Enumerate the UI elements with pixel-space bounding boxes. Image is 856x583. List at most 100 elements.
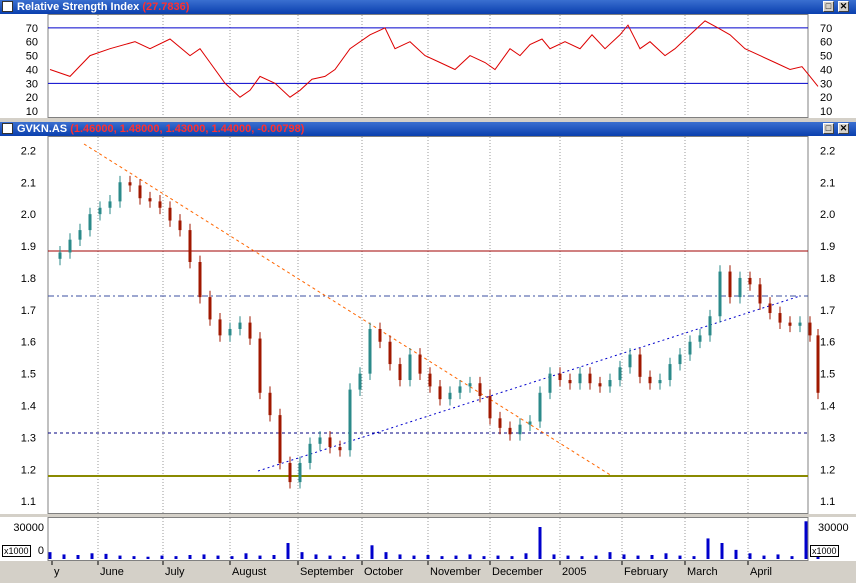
price-title-bar[interactable]: GVKN.AS (1.46000, 1.48000, 1.43000, 1.44… [0, 122, 856, 136]
rsi-tick-label: 60 [26, 37, 38, 49]
volume-bar [608, 552, 612, 559]
price-tick-label: 1.5 [820, 369, 835, 381]
candle-body [378, 328, 382, 342]
x-axis-label: December [492, 566, 543, 578]
price-tick-label: 1.3 [820, 432, 835, 444]
candle-body [418, 354, 422, 374]
price-tick-label: 2.0 [21, 209, 36, 221]
rsi-tick-label: 60 [820, 37, 832, 49]
volume-bar [216, 555, 220, 559]
candle-body [148, 198, 152, 202]
candle-body [518, 424, 522, 435]
volume-bar [664, 553, 668, 559]
volume-bar [496, 555, 500, 559]
volume-bar [328, 555, 332, 559]
close-button[interactable]: ✕ [838, 1, 849, 12]
price-tick-label: 2.1 [820, 177, 835, 189]
price-tick-label: 1.9 [820, 241, 835, 253]
volume-bar [454, 555, 458, 559]
candle-body [538, 392, 542, 422]
volume-bar [650, 555, 654, 559]
volume-bar [734, 549, 738, 559]
volume-tick-left: 30000 [13, 522, 44, 534]
volume-bar [482, 556, 486, 559]
candle-body [238, 322, 242, 329]
chart-window-icon [2, 1, 13, 12]
price-tick-label: 1.3 [21, 432, 36, 444]
candle-body [628, 354, 632, 368]
volume-bar [188, 555, 192, 559]
volume-bar [538, 527, 542, 559]
volume-bar [104, 553, 108, 559]
candle-body [338, 447, 342, 451]
candle-body [528, 421, 532, 425]
candle-body [438, 386, 442, 400]
volume-bar [566, 555, 570, 559]
candle-body [168, 207, 172, 221]
candle-body [638, 354, 642, 377]
close-button[interactable]: ✕ [838, 123, 849, 134]
candle-body [248, 322, 252, 339]
candle-body [688, 341, 692, 355]
price-tick-label: 1.4 [21, 401, 36, 413]
restore-button[interactable]: □ [823, 1, 834, 12]
volume-bar [258, 555, 262, 559]
candle-body [218, 319, 222, 336]
candle-body [328, 437, 332, 448]
rsi-tick-label: 40 [820, 64, 832, 76]
chart-window-icon [2, 123, 13, 134]
x-axis-label: April [750, 566, 772, 578]
candle-body [128, 182, 132, 186]
candle-body [268, 392, 272, 416]
candle-body [488, 395, 492, 419]
x-axis-labels: y June July August September October November D… [51, 561, 772, 578]
volume-bar [230, 556, 234, 559]
candle-body [678, 354, 682, 365]
candle-body [598, 383, 602, 387]
candle-body [88, 214, 92, 231]
candle-body [188, 230, 192, 262]
volume-bar [762, 555, 766, 559]
volume-bar [314, 554, 318, 559]
price-tick-label: 2.1 [21, 177, 36, 189]
volume-tick-right: 30000 [818, 522, 849, 534]
volume-bar [370, 545, 374, 559]
volume-bar [62, 554, 66, 559]
volume-bar [272, 555, 276, 559]
candle-body [348, 389, 352, 451]
candle-body [588, 373, 592, 384]
volume-zero-left: 0 [38, 545, 44, 557]
volume-bar [118, 555, 122, 559]
volume-bar [356, 554, 360, 559]
candle-body [258, 338, 262, 393]
candle-body [468, 383, 472, 387]
candle-body [478, 383, 482, 396]
candle-body [298, 462, 302, 483]
price-tick-label: 1.1 [820, 496, 835, 508]
candle-body [608, 380, 612, 387]
price-tick-label: 1.6 [21, 337, 36, 349]
rsi-tick-label: 50 [26, 51, 38, 63]
candle-body [778, 313, 782, 323]
candle-body [308, 443, 312, 463]
restore-button[interactable]: □ [823, 123, 834, 134]
candle-body [618, 367, 622, 381]
price-tick-label: 2.2 [820, 145, 835, 157]
volume-bar [90, 553, 94, 559]
volume-bar [552, 554, 556, 559]
candle-body [58, 252, 62, 259]
price-tick-label: 1.5 [21, 369, 36, 381]
candle-body [118, 182, 122, 202]
rsi-title-bar[interactable]: Relative Strength Index (27.7836) □ ✕ [0, 0, 856, 14]
rsi-tick-label: 30 [26, 78, 38, 90]
volume-bar [706, 538, 710, 559]
x-axis-label: y [54, 566, 60, 578]
volume-bar [636, 555, 640, 559]
volume-panel: 30000 30000 0 [0, 517, 856, 561]
volume-bar [426, 555, 430, 559]
x-axis-label: November [430, 566, 481, 578]
volume-bar [692, 556, 696, 559]
price-title: GVKN.AS (1.46000, 1.48000, 1.43000, 1.44… [17, 123, 305, 135]
rsi-tick-label: 20 [820, 92, 832, 104]
candle-body [388, 341, 392, 365]
